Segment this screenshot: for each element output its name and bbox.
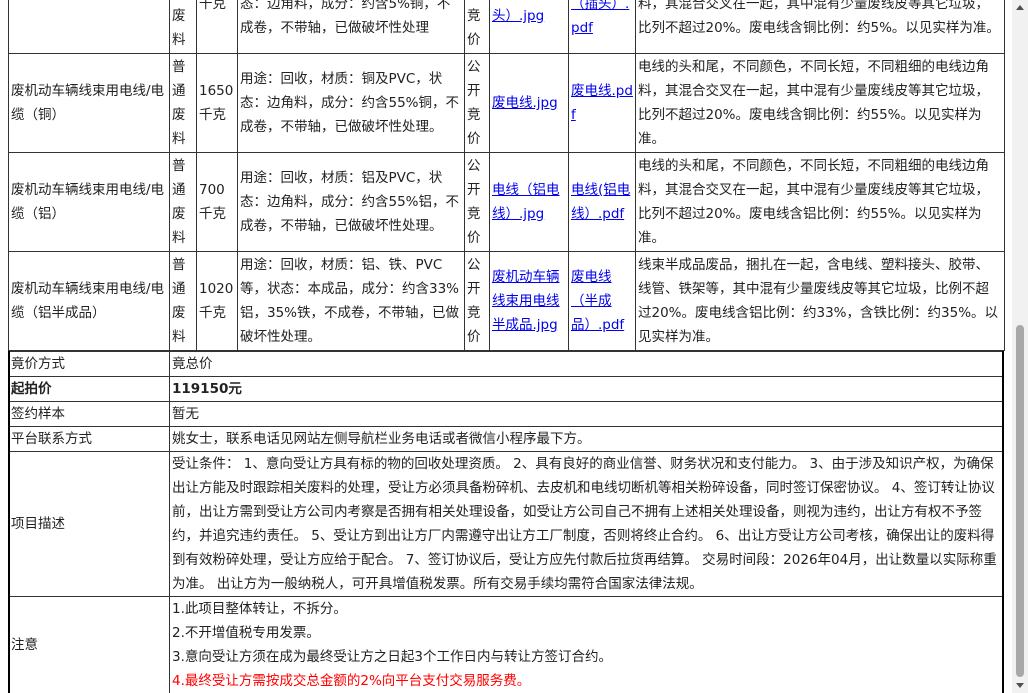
- item-quantity: 1020千克: [196, 251, 238, 351]
- project-description-label: 项目描述: [8, 451, 170, 597]
- project-description-value: 受让条件： 1、意向受让方具有标的物的回收处理资质。 2、具有良好的商业信誉、财…: [169, 451, 1004, 597]
- item-pdf-link[interactable]: 废电线.pdf: [571, 83, 633, 123]
- bid-method-value: 竟总价: [169, 351, 1004, 377]
- project-info-table: 竟价方式 竟总价 起拍价 119150元 签约样本 暂无 平台联系方式 姚女士，…: [8, 351, 1004, 693]
- item-quantity: 700千克: [196, 152, 238, 252]
- item-image-cell: 废电线.jpg: [489, 53, 569, 153]
- item-pdf-link[interactable]: 电线(铝电线）.pdf: [571, 182, 630, 222]
- contract-sample-value: 暂无: [169, 401, 1004, 427]
- item-method: 公开竞价: [464, 152, 490, 252]
- item-image-link[interactable]: 废电线（插头）.jpg: [492, 0, 560, 24]
- contract-sample-label: 签约样本: [8, 401, 170, 427]
- item-pdf-cell: 废电线（半成品）.pdf: [568, 251, 636, 351]
- scroll-down-arrow-icon[interactable]: [1016, 683, 1024, 688]
- contact-value: 姚女士，联系电话见网站左侧导航栏业务电话或者微信小程序最下方。: [169, 426, 1004, 452]
- table-row: 废机动车辆线束用电线/电缆（铜） 普通废料 1650千克 用途：回收，材质：铜及…: [8, 53, 1005, 153]
- table-row: 废机动车辆线束用电线/电缆（铝半成品） 普通废料 1020千克 用途：回收，材质…: [8, 251, 1005, 351]
- vertical-scrollbar[interactable]: [1012, 0, 1028, 693]
- bid-method-label: 竟价方式: [8, 351, 170, 377]
- item-name: 废机动车辆线束用电线/电缆（铝半成品）: [8, 251, 170, 351]
- notice-line-warning: 4.最终受让方需按成交总金额的2%向平台支付交易服务费。: [172, 673, 531, 689]
- item-type: 普通废料: [169, 0, 197, 54]
- bid-method-row: 竟价方式 竟总价: [8, 351, 1004, 377]
- item-note: 电线的头和尾，不同颜色，不同长短，不同粗细的电线边角料，其混合交叉在一起，其中混…: [635, 53, 1005, 153]
- table-row: 废机动车辆线束用电线/电缆（铝） 普通废料 700千克 用途：回收，材质：铝及P…: [8, 152, 1005, 252]
- item-pdf-link[interactable]: 废电线（插头）.pdf: [571, 0, 629, 36]
- item-pdf-cell: 废电线（插头）.pdf: [568, 0, 636, 54]
- notice-value: 1.此项目整体转让，不拆分。 2.不开增值税专用发票。 3.意向受让方须在成为最…: [169, 596, 1004, 693]
- item-image-cell: 废机动车辆线束用电线半成品.jpg: [489, 251, 569, 351]
- start-price-label: 起拍价: [8, 376, 170, 402]
- item-pdf-cell: 废电线.pdf: [568, 53, 636, 153]
- scroll-up-arrow-icon[interactable]: [1016, 5, 1024, 10]
- item-note: 线束半成品废品，捆扎在一起，含电线、塑料接头、胶带、线管、铁架等，其中混有少量废…: [635, 251, 1005, 351]
- start-price-value: 119150元: [169, 376, 1004, 402]
- item-pdf-cell: 电线(铝电线）.pdf: [568, 152, 636, 252]
- item-method: 公开竞价: [464, 0, 490, 54]
- notice-line: 1.此项目整体转让，不拆分。: [172, 601, 347, 617]
- contact-label: 平台联系方式: [8, 426, 170, 452]
- item-method: 公开竞价: [464, 53, 490, 153]
- item-type: 普通废料: [169, 152, 197, 252]
- item-image-link[interactable]: 电线（铝电线）.jpg: [492, 182, 560, 222]
- page-viewport: 普通废料 千克 用途：回收，材质：铜及PVC，状态：边角料，成分：约含5%铜，不…: [0, 0, 1012, 693]
- item-note: 电线的头和尾，不同颜色，不同长短，不同粗细的电线边角料，其混合交叉在一起，其中混…: [635, 152, 1005, 252]
- contact-row: 平台联系方式 姚女士，联系电话见网站左侧导航栏业务电话或者微信小程序最下方。: [8, 426, 1004, 452]
- scrollbar-thumb[interactable]: [1016, 325, 1024, 677]
- item-name: [8, 0, 170, 54]
- notice-label: 注意: [8, 596, 170, 693]
- item-quantity: 1650千克: [196, 53, 238, 153]
- item-description: 用途：回收，材质：铜及PVC，状态：边角料，成分：约含55%铜，不成卷，不带轴，…: [237, 53, 465, 153]
- item-description: 用途：回收，材质：铜及PVC，状态：边角料，成分：约含5%铜，不成卷，不带轴，已…: [237, 0, 465, 54]
- table-row: 普通废料 千克 用途：回收，材质：铜及PVC，状态：边角料，成分：约含5%铜，不…: [8, 0, 1005, 54]
- item-image-link[interactable]: 废机动车辆线束用电线半成品.jpg: [492, 269, 560, 333]
- page-content: 普通废料 千克 用途：回收，材质：铜及PVC，状态：边角料，成分：约含5%铜，不…: [8, 0, 1005, 693]
- start-price-row: 起拍价 119150元: [8, 376, 1004, 402]
- items-table: 普通废料 千克 用途：回收，材质：铜及PVC，状态：边角料，成分：约含5%铜，不…: [8, 0, 1005, 351]
- item-description: 用途：回收，材质：铝及PVC，状态：边角料，成分：约含55%铝，不成卷，不带轴，…: [237, 152, 465, 252]
- item-description: 用途：回收，材质：铝、铁、PVC等，状态：本成品，成分：约含33%铝，35%铁，…: [237, 251, 465, 351]
- item-image-link[interactable]: 废电线.jpg: [492, 95, 558, 111]
- item-quantity: 千克: [196, 0, 238, 54]
- contract-sample-row: 签约样本 暂无: [8, 401, 1004, 427]
- notice-line: 2.不开增值税专用发票。: [172, 625, 320, 641]
- item-name: 废机动车辆线束用电线/电缆（铝）: [8, 152, 170, 252]
- item-name: 废机动车辆线束用电线/电缆（铜）: [8, 53, 170, 153]
- item-type: 普通废料: [169, 53, 197, 153]
- item-method: 公开竞价: [464, 251, 490, 351]
- item-note: 电线的头和尾，不同颜色，不同长短，不同粗细的电线边角料，其混合交叉在一起，其中混…: [635, 0, 1005, 54]
- item-pdf-link[interactable]: 废电线（半成品）.pdf: [571, 269, 624, 333]
- item-type: 普通废料: [169, 251, 197, 351]
- item-image-cell: 废电线（插头）.jpg: [489, 0, 569, 54]
- notice-line: 3.意向受让方须在成为最终受让方之日起3个工作日内与转让方签订合约。: [172, 649, 612, 665]
- item-image-cell: 电线（铝电线）.jpg: [489, 152, 569, 252]
- notice-row: 注意 1.此项目整体转让，不拆分。 2.不开增值税专用发票。 3.意向受让方须在…: [8, 596, 1004, 693]
- project-description-row: 项目描述 受让条件： 1、意向受让方具有标的物的回收处理资质。 2、具有良好的商…: [8, 451, 1004, 597]
